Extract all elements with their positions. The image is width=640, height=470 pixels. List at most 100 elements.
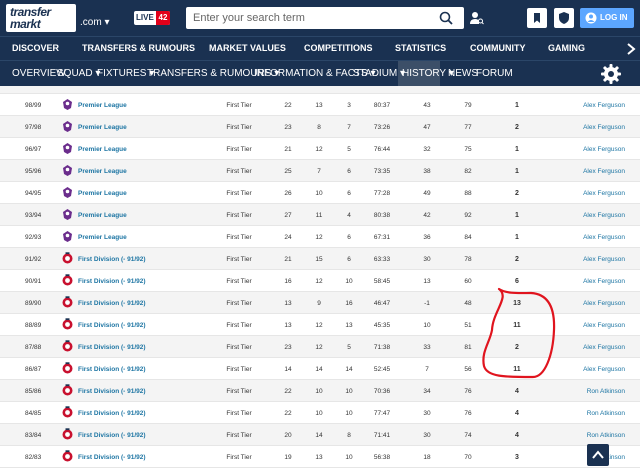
shield-button[interactable] (554, 8, 574, 28)
tier-cell: First Tier (226, 432, 252, 439)
losses-cell: 3 (347, 102, 351, 109)
season-cell: 94/95 (25, 190, 42, 197)
premier-league-crest-icon (63, 209, 72, 220)
first-division-crest-icon (62, 340, 73, 352)
nav-market-values[interactable]: MARKET VALUES (209, 43, 286, 53)
nav-transfers-rumours[interactable]: TRANSFERS & RUMOURS (82, 43, 195, 53)
competition-link[interactable]: First Division (- 91/92) (78, 432, 146, 439)
gear-icon[interactable] (601, 64, 621, 84)
season-cell: 90/91 (25, 278, 42, 285)
competition-link[interactable]: First Division (- 91/92) (78, 322, 146, 329)
season-cell: 87/88 (25, 344, 42, 351)
goals-cell: 46:47 (373, 300, 391, 307)
points-cell: 77 (464, 124, 472, 131)
goal-difference-cell: 30 (423, 410, 431, 417)
manager-link[interactable]: Alex Ferguson (560, 344, 625, 351)
position-cell: 1 (515, 102, 519, 109)
login-button[interactable]: LOG IN (580, 8, 634, 28)
competition-link[interactable]: First Division (- 91/92) (78, 454, 146, 461)
goals-cell: 71:38 (373, 344, 391, 351)
points-cell: 74 (464, 432, 472, 439)
season-cell: 89/90 (25, 300, 42, 307)
search-input[interactable] (193, 10, 433, 26)
manager-link[interactable]: Alex Ferguson (560, 146, 625, 153)
tab-squad[interactable]: SQUAD ▾ (57, 68, 100, 79)
wins-cell: 22 (284, 388, 292, 395)
position-cell: 6 (515, 278, 519, 285)
manager-link[interactable]: Alex Ferguson (560, 322, 625, 329)
tab-news[interactable]: NEWS (448, 68, 478, 79)
competition-link[interactable]: Premier League (78, 190, 127, 197)
user-search-icon[interactable] (470, 11, 484, 25)
nav-competitions[interactable]: COMPETITIONS (304, 43, 373, 53)
table-row: 98/99 Premier League First Tier 22 13 3 80:37 4… (0, 94, 640, 116)
goals-cell: 58:45 (373, 278, 391, 285)
points-cell: 88 (464, 190, 472, 197)
premier-league-crest-icon (63, 121, 72, 132)
competition-link[interactable]: First Division (- 91/92) (78, 278, 146, 285)
competition-link[interactable]: Premier League (78, 212, 127, 219)
competition-link[interactable]: First Division (- 91/92) (78, 366, 146, 373)
tab-forum[interactable]: FORUM (476, 68, 513, 79)
manager-link[interactable]: Alex Ferguson (560, 102, 625, 109)
competition-link[interactable]: Premier League (78, 124, 127, 131)
manager-link[interactable]: Alex Ferguson (560, 300, 625, 307)
domain-selector[interactable]: .com ▾ (80, 17, 109, 28)
points-cell: 75 (464, 146, 472, 153)
points-cell: 60 (464, 278, 472, 285)
competition-link[interactable]: First Division (- 91/92) (78, 388, 146, 395)
tab-history[interactable]: HISTORY ▾ (402, 68, 454, 79)
points-cell: 70 (464, 454, 472, 461)
manager-link[interactable]: Alex Ferguson (560, 212, 625, 219)
draws-cell: 12 (315, 234, 323, 241)
manager-link[interactable]: Ron Atkinson (560, 388, 625, 395)
manager-link[interactable]: Ron Atkinson (560, 432, 625, 439)
nav-scroll-right-icon[interactable] (626, 43, 636, 55)
goal-difference-cell: 47 (423, 124, 431, 131)
tab-label: STADIUM (353, 68, 398, 79)
competition-link[interactable]: First Division (- 91/92) (78, 256, 146, 263)
losses-cell: 7 (347, 124, 351, 131)
tab-fixtures[interactable]: FIXTURES ▾ (97, 68, 154, 79)
live-button[interactable]: LIVE 42 (134, 11, 170, 25)
draws-cell: 12 (315, 344, 323, 351)
manager-link[interactable]: Alex Ferguson (560, 124, 625, 131)
competition-link[interactable]: Premier League (78, 102, 127, 109)
competition-link[interactable]: Premier League (78, 146, 127, 153)
nav-community[interactable]: COMMUNITY (470, 43, 526, 53)
nav-discover[interactable]: DISCOVER (12, 43, 59, 53)
tier-cell: First Tier (226, 278, 252, 285)
table-row: 84/85 First Division (- 91/92) First Tier 2… (0, 402, 640, 424)
draws-cell: 13 (315, 102, 323, 109)
points-cell: 76 (464, 388, 472, 395)
bookmark-button[interactable] (527, 8, 547, 28)
manager-link[interactable]: Alex Ferguson (560, 278, 625, 285)
goal-difference-cell: 30 (423, 256, 431, 263)
position-cell: 1 (515, 146, 519, 153)
search-icon[interactable] (439, 11, 453, 25)
transfermarkt-logo[interactable]: transfer markt (6, 4, 76, 32)
nav-gaming[interactable]: GAMING (548, 43, 585, 53)
manager-link[interactable]: Alex Ferguson (560, 366, 625, 373)
goals-cell: 63:33 (373, 256, 391, 263)
tab-stadium[interactable]: STADIUM ▾ (353, 68, 405, 79)
competition-link[interactable]: Premier League (78, 168, 127, 175)
goal-difference-cell: 10 (423, 322, 431, 329)
competition-link[interactable]: Premier League (78, 234, 127, 241)
position-cell: 2 (515, 344, 519, 351)
manager-link[interactable]: Ron Atkinson (560, 410, 625, 417)
competition-link[interactable]: First Division (- 91/92) (78, 344, 146, 351)
competition-link[interactable]: First Division (- 91/92) (78, 410, 146, 417)
points-cell: 51 (464, 322, 472, 329)
manager-link[interactable]: Alex Ferguson (560, 190, 625, 197)
manager-link[interactable]: Alex Ferguson (560, 256, 625, 263)
nav-statistics[interactable]: STATISTICS (395, 43, 446, 53)
losses-cell: 8 (347, 432, 351, 439)
manager-link[interactable]: Alex Ferguson (560, 168, 625, 175)
season-cell: 88/89 (25, 322, 42, 329)
back-to-top-button[interactable] (587, 444, 609, 466)
manager-link[interactable]: Alex Ferguson (560, 234, 625, 241)
premier-league-crest-icon (63, 99, 72, 110)
competition-link[interactable]: First Division (- 91/92) (78, 300, 146, 307)
tab-label: TRANSFERS & RUMOURS (147, 68, 272, 79)
